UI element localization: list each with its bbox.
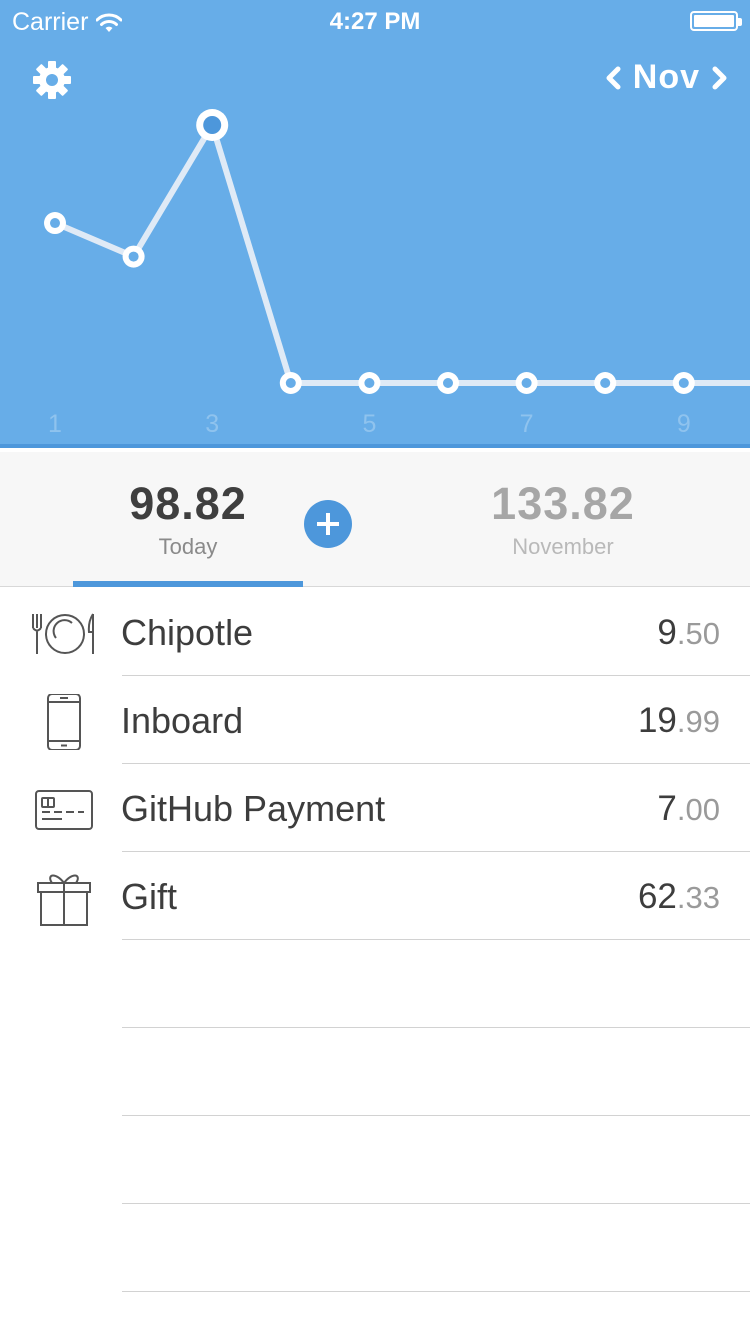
data-point-center [521,378,532,388]
daily-spending-chart: 1 3 5 7 9 [44,109,750,438]
amount-whole: 9 [657,613,677,652]
amount-whole: 62 [637,877,677,916]
amount-cents: .50 [676,616,720,651]
x-tick-label: 1 [48,410,62,438]
amount-whole: 7 [657,789,677,828]
month-total-value: 133.82 [491,478,635,529]
chevron-left-icon[interactable] [601,60,625,96]
chart-header: Carrier 4:27 PM Nov 1 3 5 7 9 [0,0,750,448]
series-line [53,122,750,386]
today-total-tab[interactable]: 98.82 Today [73,478,303,560]
expense-amount: 7.00 [657,789,720,829]
gift-icon [37,874,91,926]
credit-card-icon [35,790,93,830]
empty-row [0,940,750,1028]
today-total-label: Today [158,534,218,559]
data-point-center [128,251,139,262]
amount-cents: .99 [676,704,720,739]
expense-name: Gift [121,876,178,917]
x-tick-label: 7 [520,410,534,438]
empty-row [0,1116,750,1204]
amount-whole: 19 [637,701,677,740]
amount-cents: .33 [676,880,720,915]
month-nav: Nov [601,58,732,97]
expense-amount: 9.50 [657,613,720,653]
clock: 4:27 PM [329,8,421,35]
amount-cents: .00 [676,792,720,827]
empty-row [0,1028,750,1116]
expense-name: GitHub Payment [121,788,386,829]
x-tick-label: 5 [362,410,376,438]
expense-name: Inboard [121,700,244,741]
status-bar: Carrier 4:27 PM [0,0,750,40]
x-tick-label: 9 [677,410,691,438]
expense-list: Chipotle 9.50 Inboard 19.99 GitHub Payme… [0,588,750,1292]
battery-icon [690,11,742,31]
today-total-value: 98.82 [129,478,247,529]
active-tab-indicator [73,581,303,587]
data-point-center [285,378,296,388]
empty-row [0,1204,750,1292]
expense-row-inboard[interactable]: Inboard 19.99 [0,676,750,764]
month-total-tab[interactable]: 133.82 November [448,478,678,560]
expense-name: Chipotle [121,612,254,653]
expense-row-gift[interactable]: Gift 62.33 [0,852,750,940]
data-point-center [364,378,375,388]
data-point-center [678,378,689,388]
month-label: Nov [632,58,700,96]
plate-cutlery-icon [32,613,94,654]
summary-bar: 98.82 Today 133.82 November [0,452,750,587]
expense-row-chipotle[interactable]: Chipotle 9.50 [0,588,750,676]
data-point-center [600,378,611,388]
expense-amount: 19.99 [638,701,720,741]
data-point-center [50,218,60,229]
expense-row-github-payment[interactable]: GitHub Payment 7.00 [0,764,750,852]
gear-icon[interactable] [32,60,72,100]
chevron-right-icon[interactable] [708,60,732,96]
x-tick-label: 3 [205,410,219,438]
add-expense-button[interactable] [304,500,352,548]
month-total-label: November [512,534,614,559]
phone-icon [47,694,81,750]
data-point-center [443,378,453,388]
data-point-center [203,116,222,134]
expense-amount: 62.33 [638,877,720,917]
